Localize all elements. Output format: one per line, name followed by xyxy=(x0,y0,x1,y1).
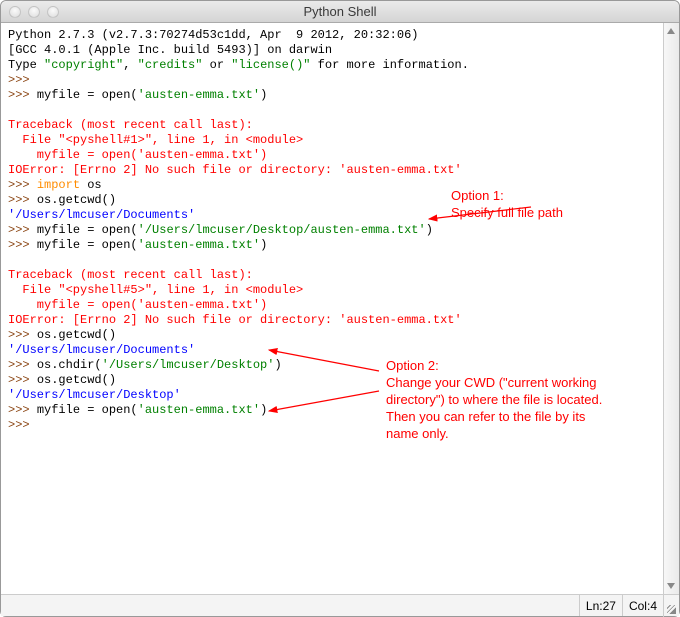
prompt: >>> xyxy=(8,358,37,372)
help-copyright: "copyright" xyxy=(44,58,123,72)
traceback-2-line3: myfile = open('austen-emma.txt') xyxy=(8,298,267,312)
help-license: "license()" xyxy=(231,58,310,72)
code-open-2a: myfile = open( xyxy=(37,238,138,252)
prompt: >>> xyxy=(8,238,37,252)
prompt: >>> xyxy=(8,373,37,387)
prompt: >>> xyxy=(8,223,37,237)
close-button[interactable] xyxy=(9,6,21,18)
status-line: Ln: 27 xyxy=(579,595,622,616)
traceback-1-line1: Traceback (most recent call last): xyxy=(8,118,253,132)
output-cwd-1: '/Users/lmcuser/Documents' xyxy=(8,208,195,222)
prompt: >>> xyxy=(8,418,37,432)
resize-grip[interactable] xyxy=(663,595,679,617)
code-getcwd-3: os.getcwd() xyxy=(37,373,116,387)
shell-content[interactable]: Python 2.7.3 (v2.7.3:70274d53c1dd, Apr 9… xyxy=(1,23,663,594)
prompt: >>> xyxy=(8,178,37,192)
traceback-2-line2: File "<pyshell#5>", line 1, in <module> xyxy=(8,283,303,297)
prompt: >>> xyxy=(8,88,37,102)
import-keyword: import xyxy=(37,178,80,192)
prompt: >>> xyxy=(8,73,37,87)
window-title: Python Shell xyxy=(1,4,679,19)
import-module: os xyxy=(80,178,102,192)
code-getcwd-1: os.getcwd() xyxy=(37,193,116,207)
help-text-a: Type xyxy=(8,58,44,72)
traceback-1-line2: File "<pyshell#1>", line 1, in <module> xyxy=(8,133,303,147)
vertical-scrollbar[interactable] xyxy=(663,23,679,594)
code-getcwd-2: os.getcwd() xyxy=(37,328,116,342)
python-version-line1: Python 2.7.3 (v2.7.3:70274d53c1dd, Apr 9… xyxy=(8,28,426,42)
traceback-1-line3: myfile = open('austen-emma.txt') xyxy=(8,148,267,162)
output-cwd-2: '/Users/lmcuser/Documents' xyxy=(8,343,195,357)
code-open-fullpath-a: myfile = open( xyxy=(37,223,138,237)
prompt: >>> xyxy=(8,328,37,342)
code-open-3a: myfile = open( xyxy=(37,403,138,417)
prompt: >>> xyxy=(8,403,37,417)
output-cwd-3: '/Users/lmcuser/Desktop' xyxy=(8,388,181,402)
traffic-lights xyxy=(9,6,59,18)
minimize-button[interactable] xyxy=(28,6,40,18)
titlebar: Python Shell xyxy=(1,1,679,23)
zoom-button[interactable] xyxy=(47,6,59,18)
traceback-2-line4: IOError: [Errno 2] No such file or direc… xyxy=(8,313,462,327)
help-credits: "credits" xyxy=(138,58,203,72)
python-version-line2: [GCC 4.0.1 (Apple Inc. build 5493)] on d… xyxy=(8,43,332,57)
code-open-1: myfile = open( xyxy=(37,88,138,102)
statusbar: Ln: 27 Col: 4 xyxy=(1,594,679,616)
prompt: >>> xyxy=(8,193,37,207)
traceback-2-line1: Traceback (most recent call last): xyxy=(8,268,253,282)
status-col: Col: 4 xyxy=(622,595,663,616)
code-chdir-a: os.chdir( xyxy=(37,358,102,372)
traceback-1-line4: IOError: [Errno 2] No such file or direc… xyxy=(8,163,462,177)
